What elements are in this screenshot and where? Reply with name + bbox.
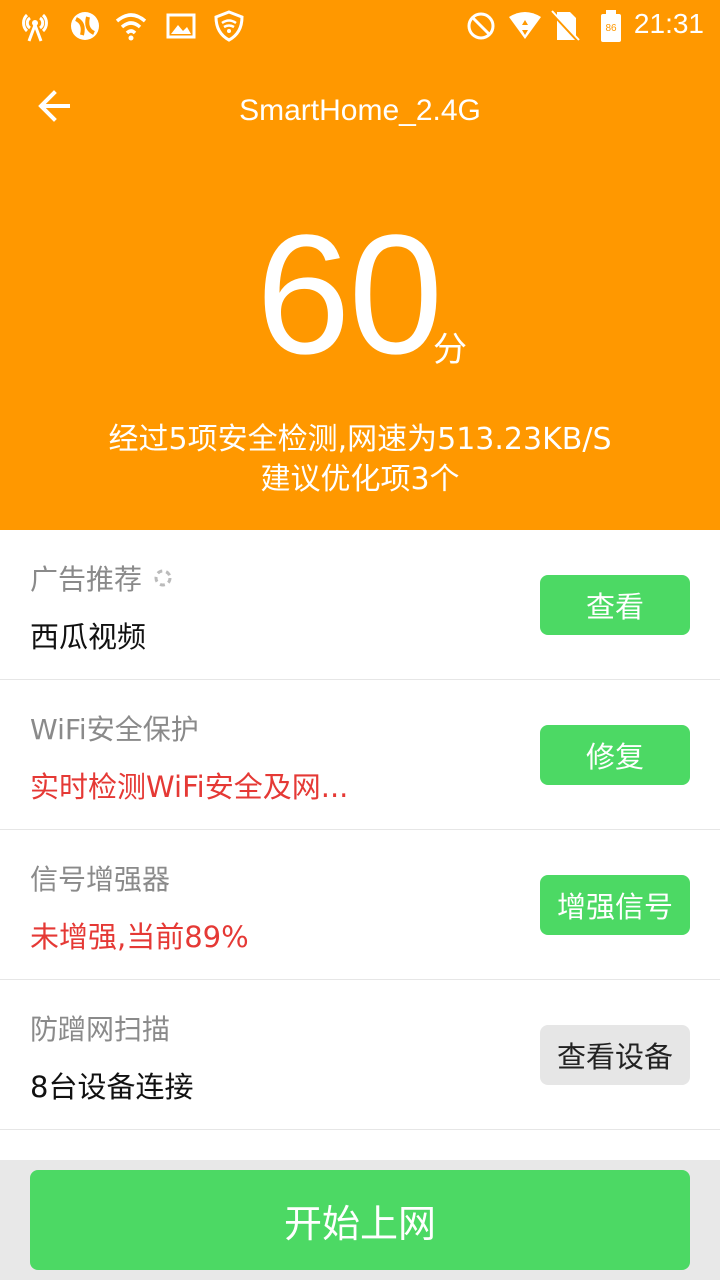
list-item-subtitle: 未增强,当前89% bbox=[30, 920, 249, 954]
view-devices-button[interactable]: 查看设备 bbox=[540, 1025, 690, 1085]
image-icon bbox=[166, 13, 196, 39]
status-bar: 86 21:31 bbox=[0, 0, 720, 52]
battery-icon: 86 bbox=[601, 10, 621, 42]
score-display: 60 分 bbox=[0, 210, 720, 380]
list-item-subtitle: 西瓜视频 bbox=[30, 620, 147, 654]
score-value: 60 bbox=[256, 200, 443, 390]
status-time: 21:31 bbox=[633, 8, 704, 39]
view-button[interactable]: 查看 bbox=[540, 575, 690, 635]
no-sim-icon bbox=[550, 10, 580, 43]
shield-icon bbox=[214, 10, 244, 42]
list-item-title: WiFi安全保护 bbox=[30, 713, 199, 746]
list-item-signal-booster: 信号增强器 未增强,当前89% 增强信号 bbox=[0, 830, 720, 980]
battery-level: 86 bbox=[605, 23, 617, 34]
header: 86 21:31 SmartHome_2.4G 60 分 经过5项安全检测,网速… bbox=[0, 0, 720, 530]
summary-line-1: 经过5项安全检测,网速为513.23KB/S bbox=[108, 422, 612, 457]
list-item-subtitle: 8台设备连接 bbox=[30, 1070, 194, 1104]
loading-icon bbox=[154, 569, 172, 587]
list-item-wifi-security: WiFi安全保护 实时检测WiFi安全及网... 修复 bbox=[0, 680, 720, 830]
list-item-subtitle: 实时检测WiFi安全及网... bbox=[30, 770, 349, 804]
summary-line-2: 建议优化项3个 bbox=[260, 462, 460, 497]
list-item-title: 信号增强器 bbox=[30, 863, 171, 896]
start-browsing-button[interactable]: 开始上网 bbox=[30, 1170, 690, 1270]
bottom-bar: 开始上网 bbox=[0, 1160, 720, 1280]
list-item-title: 防蹭网扫描 bbox=[30, 1013, 171, 1046]
wifi-data-icon bbox=[509, 12, 541, 39]
page-title: SmartHome_2.4G bbox=[239, 94, 481, 127]
summary-text: 经过5项安全检测,网速为513.23KB/S 建议优化项3个 bbox=[0, 420, 720, 500]
list-item-ad: 广告推荐 西瓜视频 查看 bbox=[0, 530, 720, 680]
boost-signal-button[interactable]: 增强信号 bbox=[540, 875, 690, 935]
list-item-anti-leech: 防蹭网扫描 8台设备连接 查看设备 bbox=[0, 980, 720, 1130]
do-not-disturb-icon bbox=[467, 12, 495, 40]
repair-button[interactable]: 修复 bbox=[540, 725, 690, 785]
list-item-title: 广告推荐 bbox=[30, 558, 174, 598]
wifi-icon bbox=[115, 13, 147, 41]
signal-tower-icon bbox=[22, 13, 48, 42]
ad-title-label: 广告推荐 bbox=[30, 563, 143, 596]
feature-list: 广告推荐 西瓜视频 查看 WiFi安全保护 实时检测WiFi安全及网... 修复… bbox=[0, 530, 720, 1130]
score-unit: 分 bbox=[433, 330, 467, 370]
network-swirl-icon bbox=[71, 12, 99, 40]
